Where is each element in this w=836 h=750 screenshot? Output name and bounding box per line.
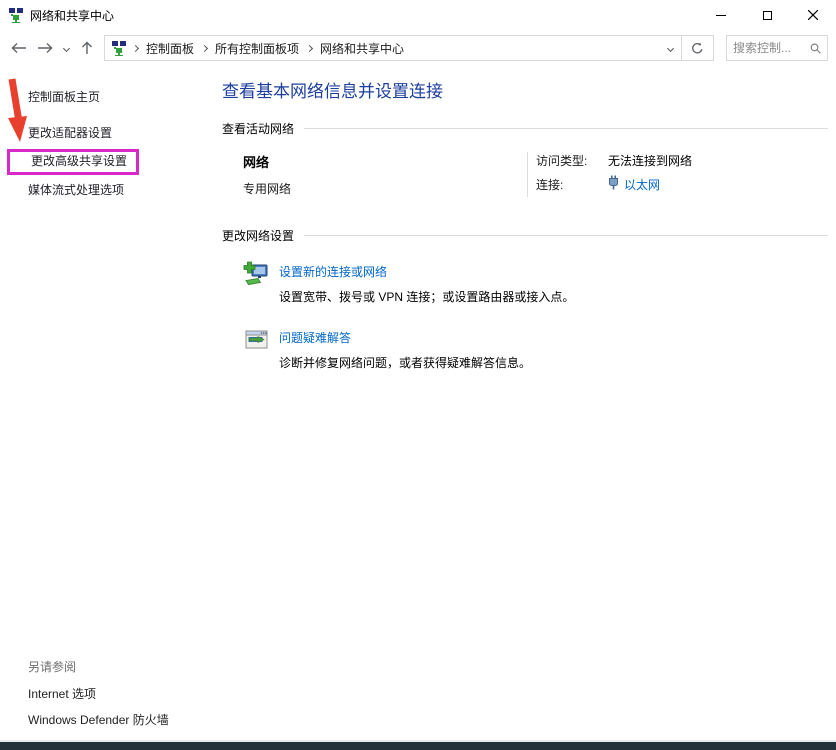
change-settings-section-header: 更改网络设置 xyxy=(222,227,828,244)
task-troubleshoot: 问题疑难解答 诊断并修复网络问题，或者获得疑难解答信息。 xyxy=(222,327,828,371)
highlight-box: 更改高级共享设置 xyxy=(7,149,139,175)
see-also-section: 另请参阅 Internet 选项 Windows Defender 防火墙 xyxy=(28,658,169,727)
navigation-bar: 控制面板 所有控制面板项 网络和共享中心 xyxy=(0,30,836,66)
sidebar-item-control-panel-home[interactable]: 控制面板主页 xyxy=(0,90,215,105)
refresh-icon xyxy=(691,42,704,55)
network-details: 访问类型: 无法连接到网络 连接: 以太网 xyxy=(527,152,828,197)
active-network-item: 网络 专用网络 访问类型: 无法连接到网络 连接: xyxy=(222,152,828,197)
see-also-label: 另请参阅 xyxy=(28,658,169,675)
address-bar[interactable]: 控制面板 所有控制面板项 网络和共享中心 xyxy=(104,35,714,61)
ethernet-icon xyxy=(608,175,619,193)
search-icon xyxy=(810,42,821,55)
back-button[interactable] xyxy=(6,35,32,61)
section-rule xyxy=(304,128,828,129)
up-arrow-icon xyxy=(81,41,93,55)
close-icon xyxy=(808,10,818,20)
recent-pages-button[interactable] xyxy=(58,35,74,61)
ethernet-link[interactable]: 以太网 xyxy=(624,176,660,193)
breadcrumb-separator-icon xyxy=(306,44,313,51)
active-networks-section-header: 查看活动网络 xyxy=(222,120,828,137)
access-type-label: 访问类型: xyxy=(536,152,608,169)
task-setup-new-connection: 设置新的连接或网络 设置宽带、拨号或 VPN 连接；或设置路由器或接入点。 xyxy=(222,261,828,305)
internet-options-link[interactable]: Internet 选项 xyxy=(28,687,169,701)
connections-label: 连接: xyxy=(536,176,608,193)
new-connection-icon xyxy=(243,261,270,305)
window-title: 网络和共享中心 xyxy=(30,7,114,24)
sidebar: 控制面板主页 更改适配器设置 更改高级共享设置 媒体流式处理选项 xyxy=(0,66,215,198)
refresh-button[interactable] xyxy=(681,36,713,60)
forward-arrow-icon xyxy=(37,42,53,54)
access-type-value: 无法连接到网络 xyxy=(608,152,828,169)
red-annotation-arrow xyxy=(4,78,30,148)
troubleshoot-link[interactable]: 问题疑难解答 xyxy=(279,329,531,346)
network-sharing-center-icon xyxy=(111,40,127,56)
breadcrumb-item-network-sharing[interactable]: 网络和共享中心 xyxy=(314,36,410,60)
forward-button[interactable] xyxy=(32,35,58,61)
network-name: 网络 xyxy=(243,152,527,171)
sidebar-item-change-adapter-settings[interactable]: 更改适配器设置 xyxy=(0,126,215,141)
minimize-button[interactable] xyxy=(698,0,744,30)
page-title: 查看基本网络信息并设置连接 xyxy=(222,77,828,102)
back-arrow-icon xyxy=(11,42,27,54)
maximize-button[interactable] xyxy=(744,0,790,30)
troubleshoot-description: 诊断并修复网络问题，或者获得疑难解答信息。 xyxy=(279,354,531,371)
breadcrumb-item-control-panel[interactable]: 控制面板 xyxy=(140,36,200,60)
sidebar-item-change-advanced-sharing[interactable]: 更改高级共享设置 xyxy=(31,154,127,169)
taskbar-edge xyxy=(0,742,836,750)
windows-defender-firewall-link[interactable]: Windows Defender 防火墙 xyxy=(28,713,169,727)
chevron-down-icon xyxy=(666,44,673,51)
sidebar-item-media-streaming-options[interactable]: 媒体流式处理选项 xyxy=(0,183,215,198)
breadcrumb-separator-icon xyxy=(201,44,208,51)
main-content: 查看基本网络信息并设置连接 查看活动网络 网络 专用网络 访问类型: 无法连接到… xyxy=(222,66,828,371)
title-bar: 网络和共享中心 xyxy=(0,0,836,30)
chevron-down-icon xyxy=(62,44,69,51)
address-dropdown-button[interactable] xyxy=(659,36,681,60)
breadcrumb-separator-icon xyxy=(132,44,139,51)
close-button[interactable] xyxy=(790,0,836,30)
maximize-icon xyxy=(763,11,772,20)
network-identity: 网络 专用网络 xyxy=(222,152,527,197)
search-input[interactable] xyxy=(733,41,810,55)
network-type: 专用网络 xyxy=(243,180,527,197)
up-button[interactable] xyxy=(74,35,100,61)
setup-new-connection-link[interactable]: 设置新的连接或网络 xyxy=(279,263,574,280)
minimize-icon xyxy=(716,15,726,16)
search-box[interactable] xyxy=(726,35,828,61)
active-networks-label: 查看活动网络 xyxy=(222,120,294,137)
breadcrumb-item-all-items[interactable]: 所有控制面板项 xyxy=(209,36,305,60)
window-controls xyxy=(698,0,836,30)
setup-new-connection-description: 设置宽带、拨号或 VPN 连接；或设置路由器或接入点。 xyxy=(279,288,574,305)
change-settings-label: 更改网络设置 xyxy=(222,227,294,244)
network-sharing-center-icon xyxy=(8,7,24,23)
section-rule xyxy=(304,235,828,236)
troubleshoot-icon xyxy=(243,327,270,371)
